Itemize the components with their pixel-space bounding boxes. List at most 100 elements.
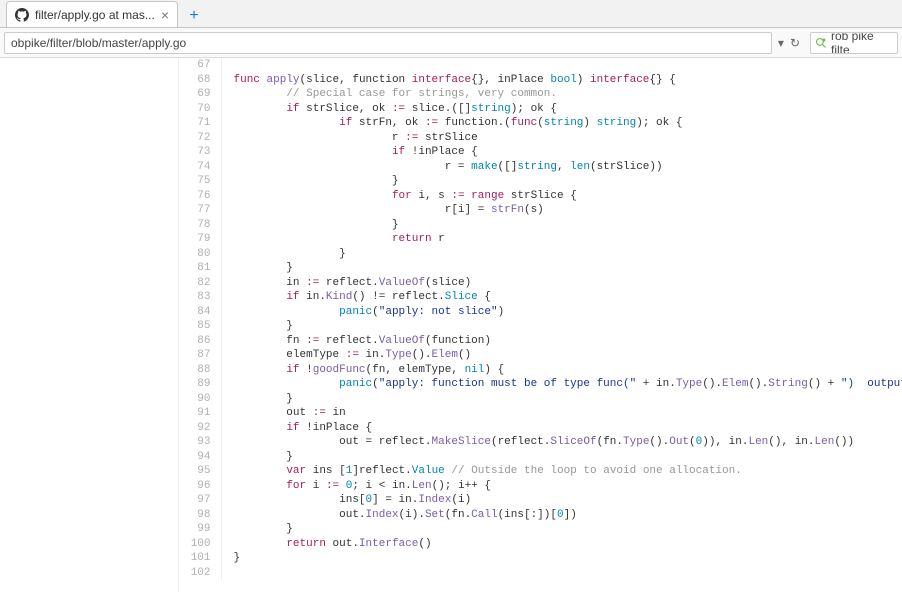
line-number[interactable]: 100 (179, 537, 221, 552)
code-line[interactable]: } (221, 261, 902, 276)
code-line[interactable]: return r (221, 232, 902, 247)
code-line[interactable]: out = reflect.MakeSlice(reflect.SliceOf(… (221, 435, 902, 450)
line-number[interactable]: 98 (179, 508, 221, 523)
line-number[interactable]: 95 (179, 464, 221, 479)
code-line[interactable]: for i := 0; i < in.Len(); i++ { (221, 479, 902, 494)
code-line[interactable]: r[i] = strFn(s) (221, 203, 902, 218)
line-number[interactable]: 70 (179, 102, 221, 117)
code-line[interactable]: return out.Interface() (221, 537, 902, 552)
line-number[interactable]: 73 (179, 145, 221, 160)
code-line[interactable]: out := in (221, 406, 902, 421)
line-number[interactable]: 84 (179, 305, 221, 320)
line-number[interactable]: 77 (179, 203, 221, 218)
code-line[interactable]: } (221, 247, 902, 262)
line-number[interactable]: 90 (179, 392, 221, 407)
code-line[interactable]: // Special case for strings, very common… (221, 87, 902, 102)
line-number[interactable]: 88 (179, 363, 221, 378)
line-number[interactable]: 102 (179, 566, 221, 581)
line-number[interactable]: 85 (179, 319, 221, 334)
line-number[interactable]: 83 (179, 290, 221, 305)
code-row: 90 } (179, 392, 902, 407)
code-line[interactable]: elemType := in.Type().Elem() (221, 348, 902, 363)
code-row: 91 out := in (179, 406, 902, 421)
line-number[interactable]: 78 (179, 218, 221, 233)
line-number[interactable]: 91 (179, 406, 221, 421)
code-line[interactable]: if in.Kind() != reflect.Slice { (221, 290, 902, 305)
code-area[interactable]: 6768func apply(slice, function interface… (178, 58, 902, 592)
tab-title: filter/apply.go at mas... (35, 8, 155, 22)
code-line[interactable]: out.Index(i).Set(fn.Call(ins[:])[0]) (221, 508, 902, 523)
code-line[interactable]: } (221, 174, 902, 189)
line-number[interactable]: 97 (179, 493, 221, 508)
code-line[interactable]: if strSlice, ok := slice.([]string); ok … (221, 102, 902, 117)
code-line[interactable]: } (221, 551, 902, 566)
url-text: obpike/filter/blob/master/apply.go (11, 36, 186, 50)
line-number[interactable]: 80 (179, 247, 221, 262)
code-row: 87 elemType := in.Type().Elem() (179, 348, 902, 363)
code-row: 70 if strSlice, ok := slice.([]string); … (179, 102, 902, 117)
code-line[interactable]: } (221, 319, 902, 334)
line-number[interactable]: 82 (179, 276, 221, 291)
nav-icons: ▾ ↻ (778, 36, 804, 50)
code-line[interactable]: in := reflect.ValueOf(slice) (221, 276, 902, 291)
dropdown-icon[interactable]: ▾ (778, 36, 784, 50)
code-line[interactable]: if strFn, ok := function.(func(string) s… (221, 116, 902, 131)
active-tab[interactable]: filter/apply.go at mas... × (6, 1, 178, 27)
line-number[interactable]: 93 (179, 435, 221, 450)
reload-icon[interactable]: ↻ (790, 36, 800, 50)
new-tab-button[interactable]: + (182, 5, 206, 27)
line-number[interactable]: 81 (179, 261, 221, 276)
close-icon[interactable]: × (161, 7, 169, 23)
code-line[interactable]: r = make([]string, len(strSlice)) (221, 160, 902, 175)
line-number[interactable]: 86 (179, 334, 221, 349)
code-row: 73 if !inPlace { (179, 145, 902, 160)
code-line[interactable]: } (221, 522, 902, 537)
code-row: 92 if !inPlace { (179, 421, 902, 436)
code-row: 82 in := reflect.ValueOf(slice) (179, 276, 902, 291)
line-number[interactable]: 74 (179, 160, 221, 175)
code-line[interactable]: r := strSlice (221, 131, 902, 146)
code-row: 84 panic("apply: not slice") (179, 305, 902, 320)
code-row: 98 out.Index(i).Set(fn.Call(ins[:])[0]) (179, 508, 902, 523)
code-line[interactable]: if !goodFunc(fn, elemType, nil) { (221, 363, 902, 378)
line-number[interactable]: 71 (179, 116, 221, 131)
code-line[interactable] (221, 58, 902, 73)
code-line[interactable]: } (221, 450, 902, 465)
code-row: 69 // Special case for strings, very com… (179, 87, 902, 102)
code-row: 78 } (179, 218, 902, 233)
code-row: 94 } (179, 450, 902, 465)
line-number[interactable]: 92 (179, 421, 221, 436)
search-bar[interactable]: rob pike filte (810, 32, 898, 54)
code-line[interactable]: if !inPlace { (221, 145, 902, 160)
code-row: 67 (179, 58, 902, 73)
line-number[interactable]: 72 (179, 131, 221, 146)
line-number[interactable]: 94 (179, 450, 221, 465)
code-line[interactable]: } (221, 392, 902, 407)
line-number[interactable]: 89 (179, 377, 221, 392)
line-number[interactable]: 99 (179, 522, 221, 537)
code-line[interactable]: } (221, 218, 902, 233)
code-line[interactable]: if !inPlace { (221, 421, 902, 436)
code-row: 88 if !goodFunc(fn, elemType, nil) { (179, 363, 902, 378)
url-bar[interactable]: obpike/filter/blob/master/apply.go (4, 32, 772, 54)
line-number[interactable]: 76 (179, 189, 221, 204)
code-line[interactable]: fn := reflect.ValueOf(function) (221, 334, 902, 349)
line-number[interactable]: 101 (179, 551, 221, 566)
left-margin (0, 58, 178, 592)
line-number[interactable]: 96 (179, 479, 221, 494)
code-line[interactable]: for i, s := range strSlice { (221, 189, 902, 204)
line-number[interactable]: 75 (179, 174, 221, 189)
line-number[interactable]: 79 (179, 232, 221, 247)
code-line[interactable]: ins[0] = in.Index(i) (221, 493, 902, 508)
code-line[interactable]: func apply(slice, function interface{}, … (221, 73, 902, 88)
code-row: 71 if strFn, ok := function.(func(string… (179, 116, 902, 131)
line-number[interactable]: 69 (179, 87, 221, 102)
code-line[interactable]: var ins [1]reflect.Value // Outside the … (221, 464, 902, 479)
line-number[interactable]: 67 (179, 58, 221, 73)
code-line[interactable] (221, 566, 902, 581)
line-number[interactable]: 68 (179, 73, 221, 88)
line-number[interactable]: 87 (179, 348, 221, 363)
code-line[interactable]: panic("apply: not slice") (221, 305, 902, 320)
code-table: 6768func apply(slice, function interface… (179, 58, 902, 580)
code-line[interactable]: panic("apply: function must be of type f… (221, 377, 902, 392)
